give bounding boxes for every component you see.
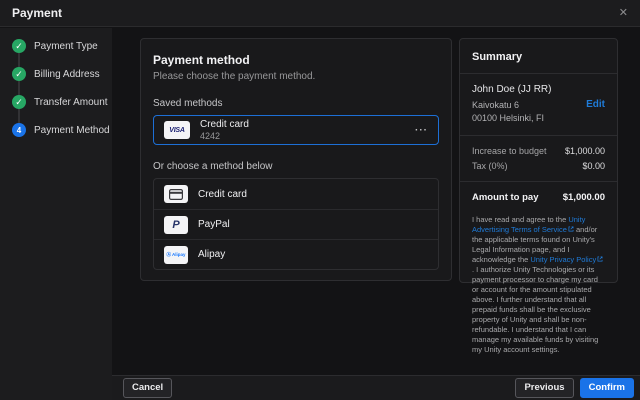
cost-row-budget: Increase to budget $1,000.00 — [472, 146, 605, 156]
stepper-sidebar: ✓ Payment Type ✓ Billing Address ✓ Trans… — [0, 28, 112, 400]
modal-title: Payment — [12, 6, 63, 20]
saved-card-name: Credit card — [200, 119, 249, 130]
amount-to-pay-value: $1,000.00 — [562, 192, 605, 203]
summary-title: Summary — [472, 51, 523, 63]
divider — [460, 73, 617, 74]
check-icon: ✓ — [12, 95, 26, 109]
step-payment-method[interactable]: 4 Payment Method — [0, 116, 112, 144]
method-alipay[interactable]: Ⓐ Alipay Alipay — [154, 239, 438, 269]
confirm-button[interactable]: Confirm — [579, 378, 634, 398]
credit-card-icon — [164, 185, 188, 203]
billing-name: John Doe (JJ RR) — [472, 84, 552, 95]
choose-method-label: Or choose a method below — [153, 161, 273, 172]
panel-subtitle: Please choose the payment method. — [153, 71, 316, 82]
close-icon[interactable]: ✕ — [619, 7, 628, 19]
step-label: Transfer Amount — [34, 96, 108, 108]
payment-method-panel: Payment method Please choose the payment… — [140, 38, 452, 281]
privacy-policy-link[interactable]: Unity Privacy Policy — [530, 255, 596, 264]
step-billing-address[interactable]: ✓ Billing Address — [0, 60, 112, 88]
saved-card-last4: 4242 — [200, 131, 221, 141]
method-paypal[interactable]: P PayPal — [154, 209, 438, 239]
saved-methods-label: Saved methods — [153, 98, 223, 109]
check-icon: ✓ — [12, 67, 26, 81]
saved-card-texts: Credit card 4242 — [200, 119, 249, 141]
visa-logo-icon: VISA — [164, 121, 190, 139]
amount-to-pay-row: Amount to pay $1,000.00 — [472, 192, 605, 203]
billing-address-block: John Doe (JJ RR) Kaivokatu 6 00100 Helsi… — [472, 84, 605, 125]
summary-panel: Summary John Doe (JJ RR) Kaivokatu 6 001… — [459, 38, 618, 354]
step-transfer-amount[interactable]: ✓ Transfer Amount — [0, 88, 112, 116]
cost-row-tax: Tax (0%) $0.00 — [472, 161, 605, 171]
step-label: Billing Address — [34, 68, 100, 80]
panel-title: Payment method — [153, 53, 250, 67]
amount-to-pay-label: Amount to pay — [472, 192, 539, 203]
modal-header: Payment ✕ — [0, 0, 640, 27]
stepper: ✓ Payment Type ✓ Billing Address ✓ Trans… — [0, 28, 112, 144]
more-options-icon[interactable]: ··· — [415, 125, 428, 136]
cost-rows: Increase to budget $1,000.00 Tax (0%) $0… — [472, 146, 605, 171]
edit-billing-link[interactable]: Edit — [586, 99, 605, 110]
method-label: Credit card — [198, 188, 247, 200]
step-label: Payment Type — [34, 40, 98, 52]
method-credit-card[interactable]: Credit card — [154, 179, 438, 209]
legal-text: I have read and agree to the Unity Adver… — [472, 215, 605, 355]
methods-list: Credit card P PayPal Ⓐ Alipay Alipay — [153, 178, 439, 270]
previous-button[interactable]: Previous — [515, 378, 574, 398]
divider — [460, 181, 617, 182]
paypal-icon: P — [164, 215, 188, 234]
saved-card-visa[interactable]: VISA Credit card 4242 ··· — [153, 115, 439, 145]
external-link-icon — [597, 255, 603, 265]
method-label: PayPal — [198, 219, 230, 230]
alipay-icon: Ⓐ Alipay — [164, 245, 188, 264]
footer-bar: Cancel Previous Confirm — [112, 375, 640, 400]
divider — [460, 135, 617, 136]
check-icon: ✓ — [12, 39, 26, 53]
billing-address: Kaivokatu 6 00100 Helsinki, FI — [472, 100, 545, 123]
step-label: Payment Method — [34, 124, 110, 136]
step-number-icon: 4 — [12, 123, 26, 137]
cancel-button[interactable]: Cancel — [123, 378, 173, 398]
step-payment-type[interactable]: ✓ Payment Type — [0, 32, 112, 60]
method-label: Alipay — [198, 249, 226, 260]
